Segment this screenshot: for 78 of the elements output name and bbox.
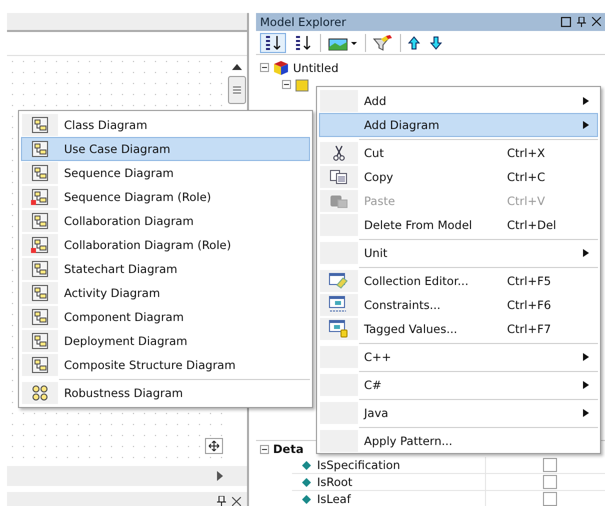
diagram-icon: [31, 236, 49, 254]
cube-icon: [273, 60, 289, 76]
menu-item[interactable]: Composite Structure Diagram: [21, 353, 310, 377]
arrow-up-icon: [408, 36, 420, 50]
menu-item[interactable]: Deployment Diagram: [21, 329, 310, 353]
menu-item[interactable]: Collaboration Diagram (Role): [21, 233, 310, 257]
expander-icon[interactable]: [260, 444, 269, 454]
menu-item[interactable]: Class Diagram: [21, 113, 310, 137]
submenu-arrow-icon: [583, 353, 589, 361]
panel-title: Model Explorer: [260, 15, 346, 29]
menu-item[interactable]: Tagged Values... Ctrl+F7: [319, 317, 598, 341]
menu-item[interactable]: Statechart Diagram: [21, 257, 310, 281]
submenu-arrow-icon: [583, 409, 589, 417]
submenu-arrow-icon: [583, 121, 589, 129]
diagram-icon: [31, 164, 49, 182]
window-tag-icon: [329, 320, 349, 338]
diagram-icon: [31, 332, 49, 350]
menu-item[interactable]: Delete From Model Ctrl+Del: [319, 213, 598, 237]
menu-item[interactable]: Use Case Diagram: [21, 137, 310, 161]
menu-item[interactable]: Add: [319, 89, 598, 113]
submenu-arrow-icon: [583, 381, 589, 389]
tree-node[interactable]: Untitled: [260, 59, 605, 76]
clipboard-icon: [330, 194, 348, 208]
property-name: IsRoot: [317, 475, 352, 489]
menu-item[interactable]: Sequence Diagram: [21, 161, 310, 185]
menu-item[interactable]: Cut Ctrl+X: [319, 141, 598, 165]
section-title: Deta: [273, 442, 304, 456]
menu-item[interactable]: Collection Editor... Ctrl+F5: [319, 269, 598, 293]
diagram-icon: [31, 116, 49, 134]
diagram-icon: [31, 308, 49, 326]
checkbox[interactable]: [543, 458, 557, 472]
expander-icon[interactable]: [260, 63, 269, 72]
property-name: IsLeaf: [317, 492, 351, 506]
menu-item[interactable]: Add Diagram: [319, 113, 598, 137]
pin-icon[interactable]: [577, 17, 586, 27]
expander-icon[interactable]: [282, 80, 291, 89]
scissors-icon: [332, 145, 346, 161]
menu-item[interactable]: Java: [319, 401, 598, 425]
checkbox[interactable]: [543, 475, 557, 489]
menu-item[interactable]: C++: [319, 345, 598, 369]
menu-item[interactable]: Collaboration Diagram: [21, 209, 310, 233]
close-icon[interactable]: [232, 497, 241, 506]
diagram-icon: [31, 284, 49, 302]
close-icon[interactable]: [592, 17, 601, 26]
menu-item[interactable]: C#: [319, 373, 598, 397]
diagram-icon: [31, 356, 49, 374]
menu-item[interactable]: Activity Diagram: [21, 281, 310, 305]
menu-item[interactable]: Constraints... Ctrl+F6: [319, 293, 598, 317]
scroll-up-icon[interactable]: [232, 64, 242, 70]
sort-numeric-icon: [263, 34, 283, 50]
submenu-arrow-icon: [583, 97, 589, 105]
arrow-down-icon: [430, 36, 442, 50]
diagram-icon: [31, 188, 49, 206]
diagram-icon: [31, 212, 49, 230]
scroll-right-icon[interactable]: [217, 471, 223, 481]
funnel-icon: [373, 34, 393, 50]
copy-icon: [330, 170, 348, 184]
submenu-arrow-icon: [583, 249, 589, 257]
tree-label: Untitled: [293, 60, 338, 74]
window-constraint-icon: [329, 296, 349, 314]
menu-item[interactable]: Component Diagram: [21, 305, 310, 329]
menu-item[interactable]: Apply Pattern...: [319, 429, 598, 453]
menu-item[interactable]: Unit: [319, 241, 598, 265]
sort-alpha-icon: [293, 34, 313, 50]
scroll-thumb[interactable]: [228, 76, 246, 104]
maximize-icon[interactable]: [561, 17, 571, 27]
menu-item[interactable]: Copy Ctrl+C: [319, 165, 598, 189]
diagram-icon: [31, 384, 49, 402]
menu-item[interactable]: Robustness Diagram: [21, 381, 310, 405]
diagram-icon: [31, 260, 49, 278]
window-edit-icon: [329, 273, 349, 289]
diagram-icon: [31, 140, 49, 158]
menu-item[interactable]: Sequence Diagram (Role): [21, 185, 310, 209]
pin-icon[interactable]: [217, 496, 226, 506]
property-name: IsSpecification: [317, 458, 400, 472]
checkbox[interactable]: [543, 492, 557, 506]
move-icon[interactable]: [205, 438, 223, 454]
sort-numeric-button[interactable]: [260, 32, 286, 52]
